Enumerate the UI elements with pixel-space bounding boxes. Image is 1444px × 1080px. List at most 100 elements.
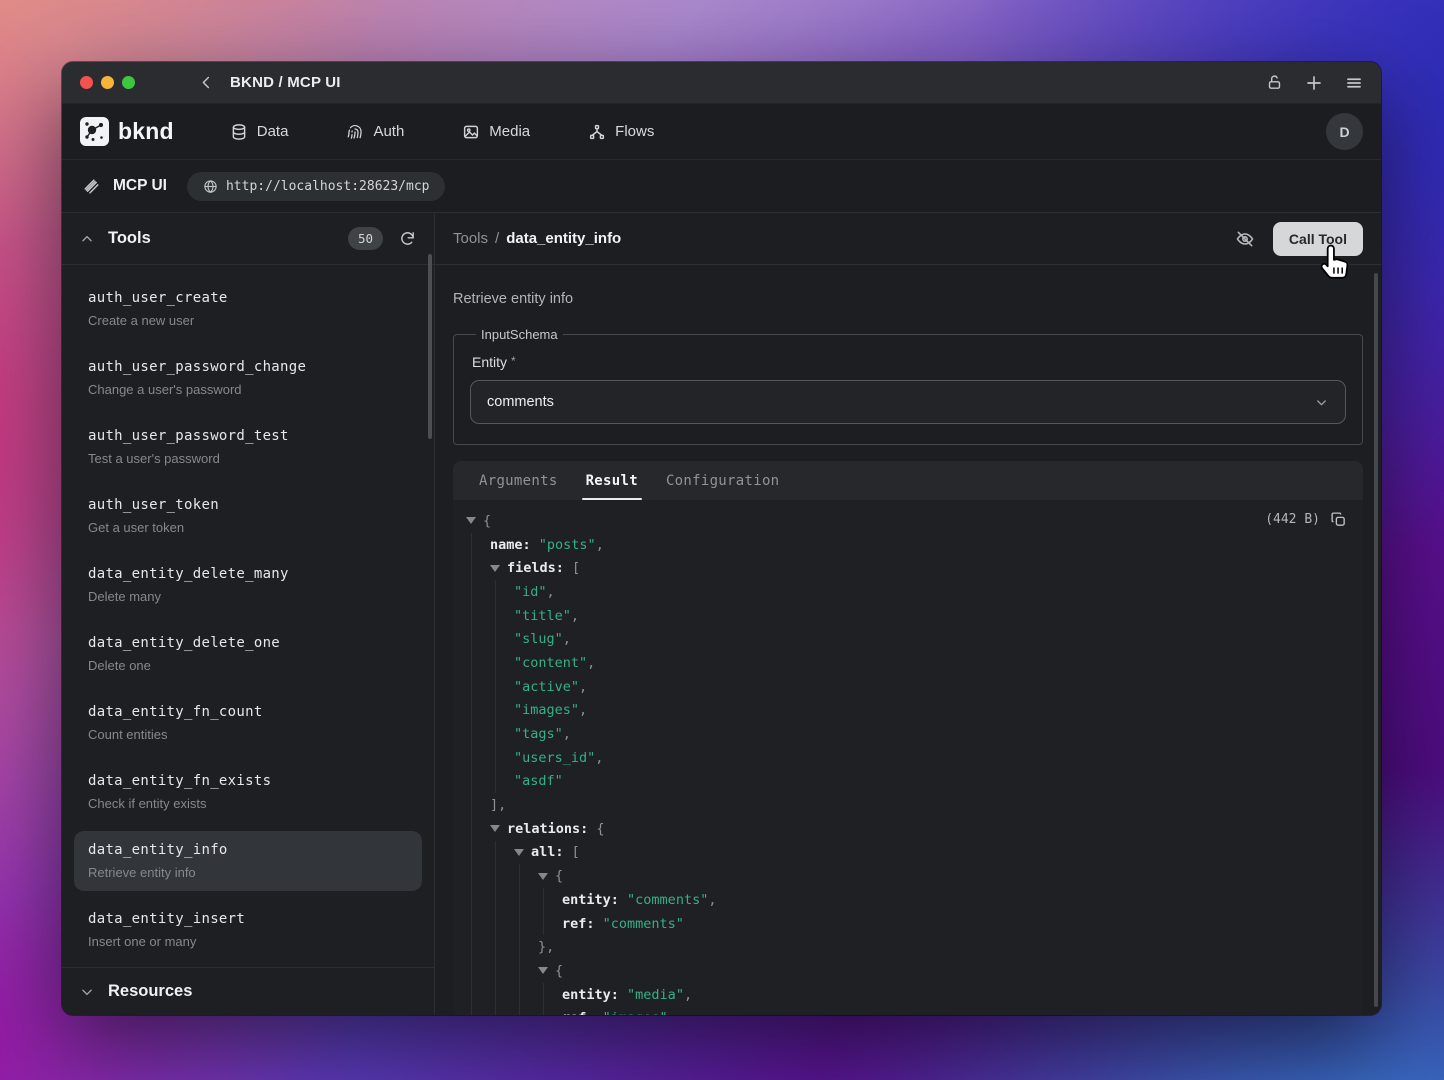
indent-guide	[495, 935, 496, 959]
indent-guide	[519, 959, 520, 983]
back-button[interactable]	[199, 75, 214, 90]
nav-item-data[interactable]: Data	[230, 123, 289, 141]
indent-guide	[495, 651, 496, 675]
resources-section-header[interactable]: Resources	[62, 967, 434, 1015]
indent-guide	[471, 864, 472, 888]
tool-list-item-data_entity_fn_count[interactable]: data_entity_fn_countCount entities	[74, 693, 422, 753]
traffic-lights	[80, 76, 135, 89]
collapse-triangle-icon[interactable]	[490, 565, 500, 572]
tool-name: auth_user_token	[88, 497, 408, 513]
collapse-triangle-icon[interactable]	[538, 873, 548, 880]
nav-item-media[interactable]: Media	[462, 123, 530, 141]
json-punctuation: ,	[587, 655, 595, 671]
indent-guide	[471, 604, 472, 628]
tool-list-item-data_entity_insert[interactable]: data_entity_insertInsert one or many	[74, 900, 422, 960]
json-string-value: "title"	[514, 608, 571, 624]
collapse-triangle-icon[interactable]	[466, 517, 476, 524]
refresh-tools-button[interactable]	[399, 230, 416, 247]
indent-guide	[495, 1006, 496, 1015]
json-string-value: "users_id"	[514, 750, 595, 766]
indent-guide	[471, 722, 472, 746]
json-string-value: "media"	[627, 987, 684, 1003]
mcp-title: MCP UI	[113, 177, 167, 195]
user-avatar[interactable]: D	[1326, 113, 1363, 150]
tool-description: Check if entity exists	[88, 796, 408, 811]
tool-list-item-auth_user_password_change[interactable]: auth_user_password_changeChange a user's…	[74, 348, 422, 408]
indent-guide	[519, 1006, 520, 1015]
call-tool-button[interactable]: Call Tool	[1273, 222, 1363, 256]
new-tab-button[interactable]	[1305, 74, 1323, 92]
tool-name: auth_user_create	[88, 290, 408, 306]
collapse-triangle-icon[interactable]	[490, 825, 500, 832]
tool-list-item-data_entity_delete_many[interactable]: data_entity_delete_manyDelete many	[74, 555, 422, 615]
json-punctuation: ],	[490, 797, 506, 813]
json-punctuation: {	[483, 513, 491, 529]
json-punctuation: ,	[547, 584, 555, 600]
sidebar-scrollbar[interactable]	[428, 254, 432, 439]
tool-description: Delete one	[88, 658, 408, 673]
tool-name: data_entity_delete_one	[88, 635, 408, 651]
json-line: "active",	[453, 675, 1363, 699]
indent-guide	[495, 888, 496, 912]
json-line: entity: "media",	[453, 983, 1363, 1007]
close-window-button[interactable]	[80, 76, 93, 89]
chevron-down-icon	[1314, 395, 1329, 410]
result-tabs: ArgumentsResultConfiguration	[453, 461, 1363, 500]
json-line: ref: "comments"	[453, 912, 1363, 936]
json-string-value: "id"	[514, 584, 547, 600]
tool-list-item-auth_user_token[interactable]: auth_user_token Get a user token	[74, 486, 422, 546]
json-punctuation: ,	[579, 702, 587, 718]
tool-name: auth_user_password_test	[88, 428, 408, 444]
brand-logo[interactable]: bknd	[80, 117, 174, 146]
maximize-window-button[interactable]	[122, 76, 135, 89]
json-key: name:	[490, 537, 531, 553]
json-line: {	[453, 959, 1363, 983]
titlebar: BKND / MCP UI	[62, 62, 1381, 104]
tools-section-header[interactable]: Tools 50	[62, 213, 434, 265]
tool-list-item-data_entity_info[interactable]: data_entity_infoRetrieve entity info	[74, 831, 422, 891]
tool-list-item-auth_user_create[interactable]: auth_user_createCreate a new user	[74, 279, 422, 339]
app-window: BKND / MCP UI bknd Data Auth Media Flows D	[62, 62, 1381, 1015]
tools-section-title: Tools	[108, 229, 151, 248]
json-key: entity:	[562, 892, 619, 908]
indent-guide	[495, 841, 496, 865]
toggle-visibility-button[interactable]	[1235, 229, 1255, 249]
menu-button[interactable]	[1345, 74, 1363, 92]
lock-button[interactable]	[1266, 74, 1283, 91]
tool-list-item-data_entity_fn_exists[interactable]: data_entity_fn_existsCheck if entity exi…	[74, 762, 422, 822]
server-url-pill[interactable]: http://localhost:28623/mcp	[187, 172, 446, 201]
tool-list-item-data_entity_delete_one[interactable]: data_entity_delete_one Delete one	[74, 624, 422, 684]
indent-guide	[471, 935, 472, 959]
indent-guide	[471, 959, 472, 983]
tool-list-item-auth_user_password_test[interactable]: auth_user_password_testTest a user's pas…	[74, 417, 422, 477]
collapse-triangle-icon[interactable]	[514, 849, 524, 856]
breadcrumb-section[interactable]: Tools	[453, 230, 488, 247]
entity-select[interactable]: comments	[470, 380, 1346, 424]
json-result-viewer: (442 B) {name: "posts",fields: ["id","ti…	[453, 500, 1363, 1015]
indent-guide	[495, 604, 496, 628]
indent-guide	[471, 699, 472, 723]
tool-description: Get a user token	[88, 520, 408, 535]
tab-configuration[interactable]: Configuration	[652, 461, 793, 500]
indent-guide	[543, 1006, 544, 1015]
tab-arguments[interactable]: Arguments	[465, 461, 572, 500]
tool-description: Change a user's password	[88, 382, 408, 397]
indent-guide	[471, 675, 472, 699]
tab-result[interactable]: Result	[572, 461, 652, 500]
json-line: "tags",	[453, 722, 1363, 746]
json-string-value: "images"	[603, 1010, 668, 1015]
indent-guide	[471, 651, 472, 675]
nav-item-flows[interactable]: Flows	[588, 123, 654, 141]
json-punctuation: ,	[684, 987, 692, 1003]
json-punctuation	[595, 916, 603, 932]
collapse-triangle-icon[interactable]	[538, 967, 548, 974]
indent-guide	[495, 675, 496, 699]
hamburger-menu-icon	[1345, 74, 1363, 92]
eye-off-icon	[1235, 229, 1255, 249]
main-scrollbar[interactable]	[1374, 273, 1378, 1007]
tool-description: Insert one or many	[88, 934, 408, 949]
nav-item-auth[interactable]: Auth	[346, 123, 404, 141]
json-punctuation: {	[555, 868, 563, 884]
entity-select-value: comments	[487, 394, 554, 410]
minimize-window-button[interactable]	[101, 76, 114, 89]
